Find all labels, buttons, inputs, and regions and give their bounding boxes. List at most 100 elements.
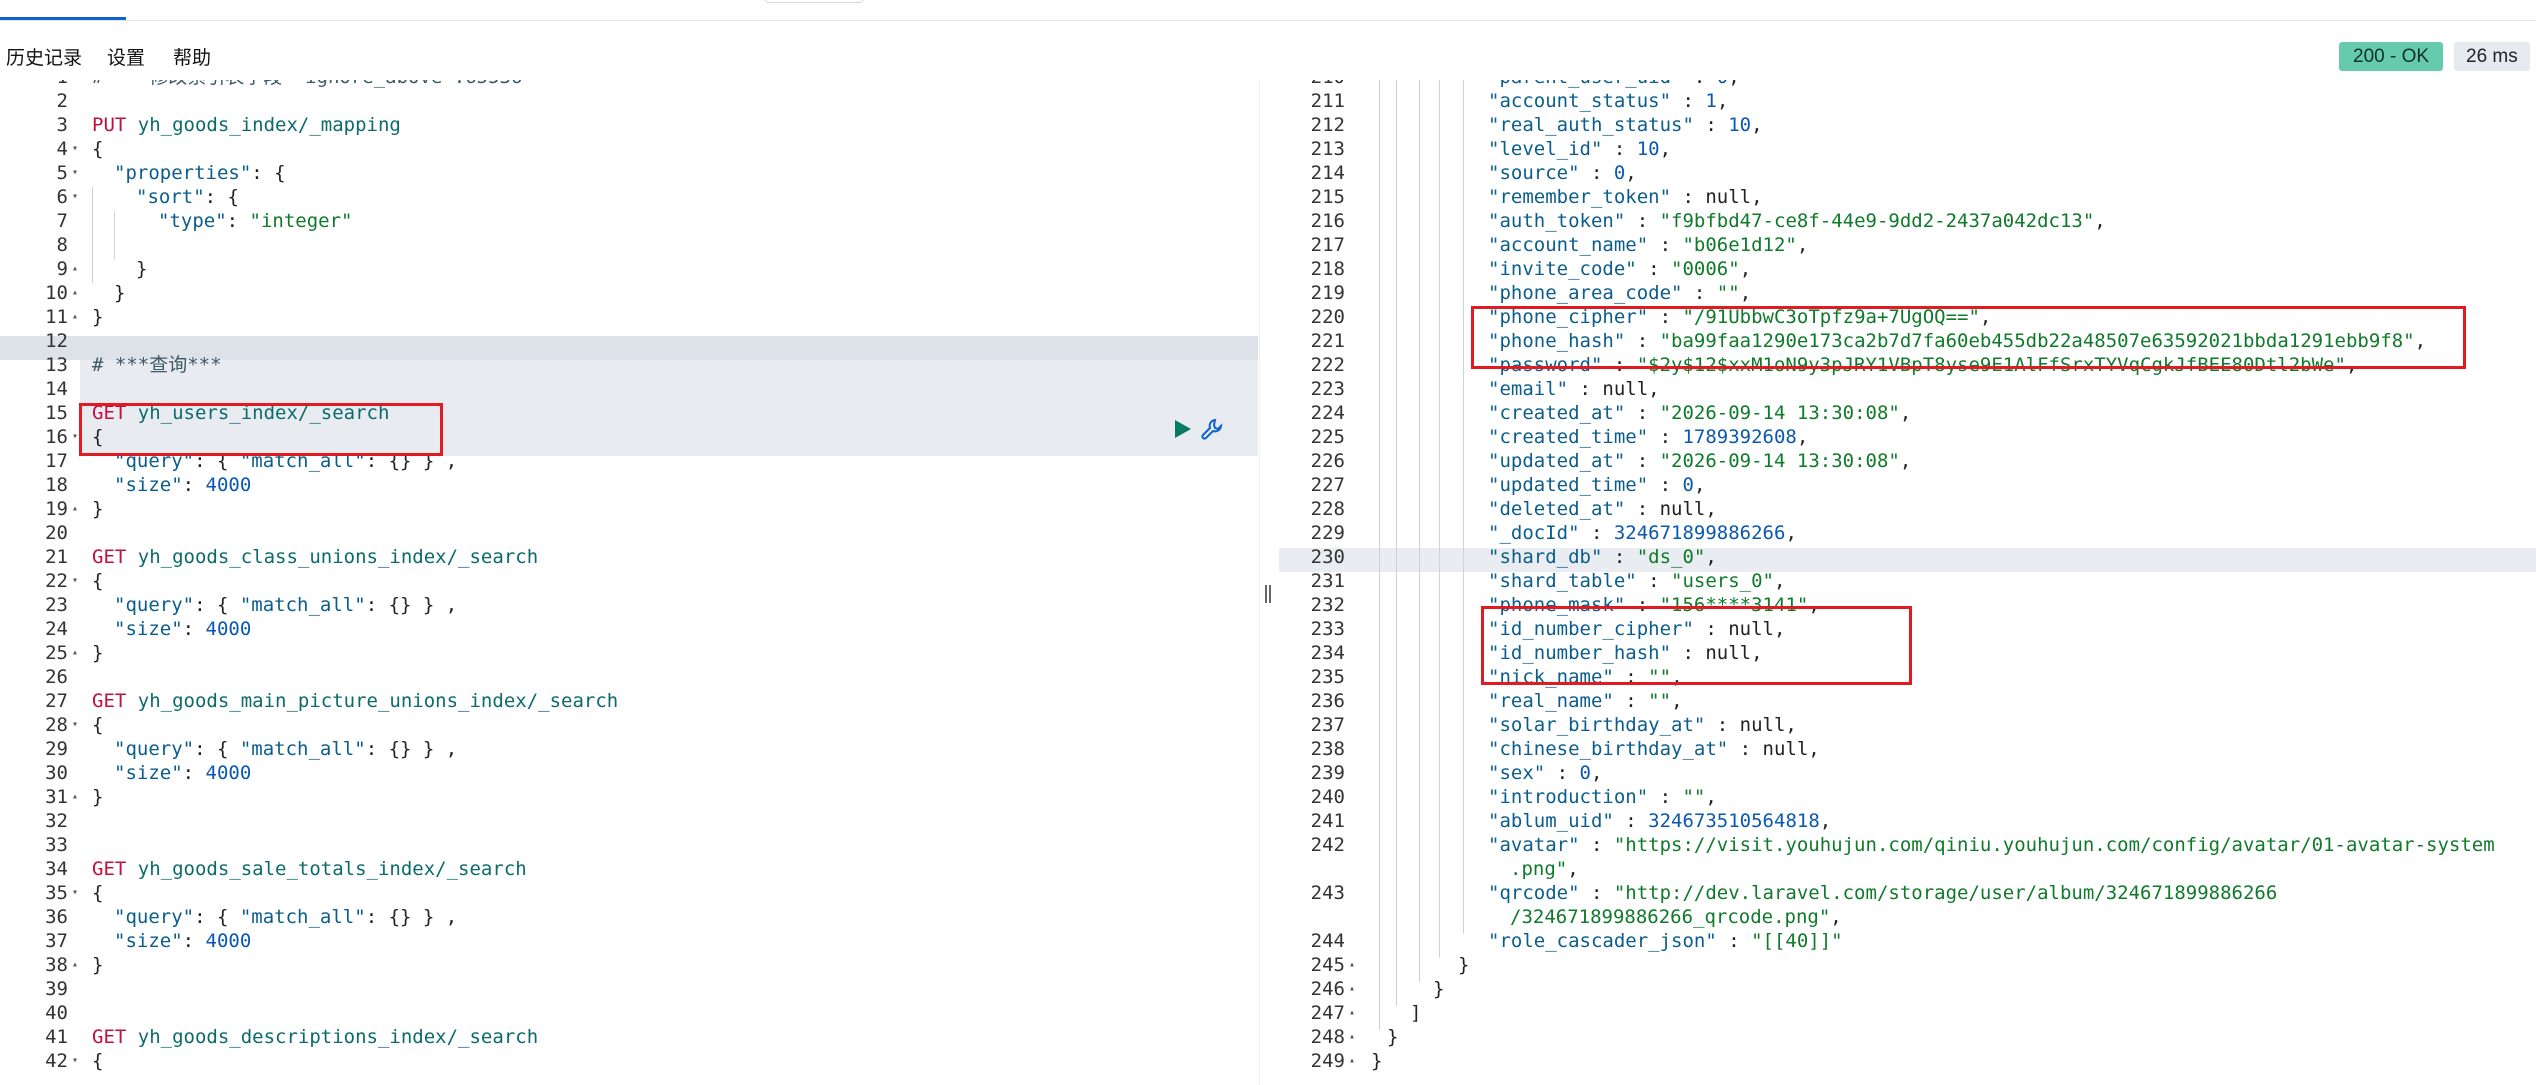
fold-collapse-icon[interactable]: ▴ [72,953,78,977]
code-line[interactable]: 36 "query": { "match_all": {} } , [0,905,1259,929]
code-line[interactable]: 219 "phone_area_code" : "", [1279,281,2536,305]
code-line[interactable]: 239 "sex" : 0, [1279,761,2536,785]
code-line[interactable]: 41 GET yh_goods_descriptions_index/_searc… [0,1025,1259,1049]
menu-history[interactable]: 历史记录 [6,43,82,70]
code-line[interactable]: 12 [0,329,1259,353]
fold-expand-icon[interactable]: ▾ [72,425,78,449]
code-line[interactable]: 25 ▴} [0,641,1259,665]
code-line[interactable]: 215 "remember_token" : null, [1279,185,2536,209]
fold-expand-icon[interactable]: ▾ [72,881,78,905]
response-viewer[interactable]: 210 "parent_user_uid" : 0, 211 "account_sta… [1279,80,2536,1085]
code-line[interactable]: 224 "created_at" : "2026-09-14 13:30:08", [1279,401,2536,425]
code-line[interactable]: 18 "size": 4000 [0,473,1259,497]
fold-collapse-icon[interactable]: ▴ [72,641,78,665]
play-icon[interactable] [1172,418,1194,440]
code-line[interactable]: 7 "type": "integer" [0,209,1259,233]
code-line[interactable]: 247 ▴] [1279,1001,2536,1025]
code-line[interactable]: 243 "qrcode" : "http://dev.laravel.com/st… [1279,881,2536,905]
code-line[interactable]: 35 ▾ { [0,881,1259,905]
menu-help[interactable]: 帮助 [173,43,211,70]
code-line[interactable]: 8 [0,233,1259,257]
code-line[interactable]: 229 "_docId" : 324671899886266, [1279,521,2536,545]
code-line[interactable]: 31 ▴} [0,785,1259,809]
code-line[interactable]: 4 ▾ { [0,137,1259,161]
code-line[interactable]: 210 "parent_user_uid" : 0, [1279,80,2536,89]
code-line[interactable]: 249 ▴} [1279,1049,2536,1073]
fold-expand-icon[interactable]: ▾ [72,161,78,185]
code-line[interactable]: 24 "size": 4000 [0,617,1259,641]
code-line[interactable]: 238 "chinese_birthday_at" : null, [1279,737,2536,761]
code-line[interactable]: 241 "ablum_uid" : 324673510564818, [1279,809,2536,833]
code-line[interactable]: 27 GET yh_goods_main_picture_unions_index… [0,689,1259,713]
code-line[interactable]: 20 [0,521,1259,545]
code-line[interactable]: 10 ▴} [0,281,1259,305]
fold-collapse-icon[interactable]: ▴ [72,257,78,281]
fold-collapse-icon[interactable]: ▴ [72,281,78,305]
code-line[interactable]: 214 "source" : 0, [1279,161,2536,185]
code-line[interactable]: 34 GET yh_goods_sale_totals_index/_search [0,857,1259,881]
code-line[interactable]: 39 [0,977,1259,1001]
code-line[interactable]: 237 "solar_birthday_at" : null, [1279,713,2536,737]
code-line[interactable]: 248 ▴} [1279,1025,2536,1049]
fold-expand-icon[interactable]: ▾ [72,713,78,737]
code-line[interactable]: 211 "account_status" : 1, [1279,89,2536,113]
code-line[interactable]: 30 "size": 4000 [0,761,1259,785]
code-line[interactable]: 227 "updated_time" : 0, [1279,473,2536,497]
fold-collapse-icon[interactable]: ▴ [1349,1001,1355,1025]
code-line[interactable]: 212 "real_auth_status" : 10, [1279,113,2536,137]
code-line[interactable]: 218 "invite_code" : "0006", [1279,257,2536,281]
code-line[interactable]: 29 "query": { "match_all": {} } , [0,737,1259,761]
code-line[interactable]: 223 "email" : null, [1279,377,2536,401]
code-line[interactable]: 244 "role_cascader_json" : "[[40]]" [1279,929,2536,953]
code-line[interactable]: 216 "auth_token" : "f9bfbd47-ce8f-44e9-9d… [1279,209,2536,233]
code-line[interactable]: 245 ▴} [1279,953,2536,977]
code-line[interactable]: 26 [0,665,1259,689]
code-line[interactable]: 40 [0,1001,1259,1025]
resize-grip-icon[interactable] [1265,585,1273,605]
fold-expand-icon[interactable]: ▾ [72,569,78,593]
code-line[interactable]: 5 ▾ "properties": { [0,161,1259,185]
code-line[interactable]: 21 GET yh_goods_class_unions_index/_searc… [0,545,1259,569]
fold-collapse-icon[interactable]: ▴ [1349,953,1355,977]
code-line[interactable]: 1 # ***修改索引表字段 "ignore_above":65536*** [0,80,1259,89]
code-line[interactable]: 42 ▾ { [0,1049,1259,1073]
collapsed-tab-handle[interactable] [765,0,863,3]
code-line[interactable]: 242 "avatar" : "https://visit.youhujun.co… [1279,833,2536,857]
code-line[interactable]: 230 "shard_db" : "ds_0", [1279,545,2536,569]
menu-settings[interactable]: 设置 [107,43,145,70]
code-line[interactable]: 231 "shard_table" : "users_0", [1279,569,2536,593]
code-line[interactable]: /324671899886266_qrcode.png", [1279,905,2536,929]
code-line[interactable]: 14 [0,377,1259,401]
code-line[interactable]: 225 "created_time" : 1789392608, [1279,425,2536,449]
code-line[interactable]: 13 # ***查询*** [0,353,1259,377]
code-line[interactable]: 240 "introduction" : "", [1279,785,2536,809]
code-line[interactable]: 28 ▾ { [0,713,1259,737]
fold-collapse-icon[interactable]: ▴ [72,305,78,329]
fold-collapse-icon[interactable]: ▴ [1349,1025,1355,1049]
code-line[interactable]: 11 ▴} [0,305,1259,329]
pane-resize-divider[interactable] [1259,80,1281,1085]
code-line[interactable]: 23 "query": { "match_all": {} } , [0,593,1259,617]
code-line[interactable]: 37 "size": 4000 [0,929,1259,953]
wrench-icon[interactable] [1200,417,1224,441]
fold-expand-icon[interactable]: ▾ [72,137,78,161]
code-line[interactable]: .png", [1279,857,2536,881]
code-line[interactable]: 217 "account_name" : "b06e1d12", [1279,233,2536,257]
fold-collapse-icon[interactable]: ▴ [72,497,78,521]
code-line[interactable]: 228 "deleted_at" : null, [1279,497,2536,521]
code-line[interactable]: 3 PUT yh_goods_index/_mapping [0,113,1259,137]
code-line[interactable]: 32 [0,809,1259,833]
request-editor[interactable]: 1 # ***修改索引表字段 "ignore_above":65536*** 23 P… [0,80,1259,1085]
fold-collapse-icon[interactable]: ▴ [72,785,78,809]
code-line[interactable]: 246 ▴} [1279,977,2536,1001]
code-line[interactable]: 33 [0,833,1259,857]
code-line[interactable]: 236 "real_name" : "", [1279,689,2536,713]
fold-expand-icon[interactable]: ▾ [72,1049,78,1073]
code-line[interactable]: 226 "updated_at" : "2026-09-14 13:30:08", [1279,449,2536,473]
fold-expand-icon[interactable]: ▾ [72,185,78,209]
code-line[interactable]: 9 ▴} [0,257,1259,281]
code-line[interactable]: 6 ▾ "sort": { [0,185,1259,209]
code-line[interactable]: 38 ▴} [0,953,1259,977]
code-line[interactable]: 22 ▾ { [0,569,1259,593]
code-line[interactable]: 19 ▴} [0,497,1259,521]
